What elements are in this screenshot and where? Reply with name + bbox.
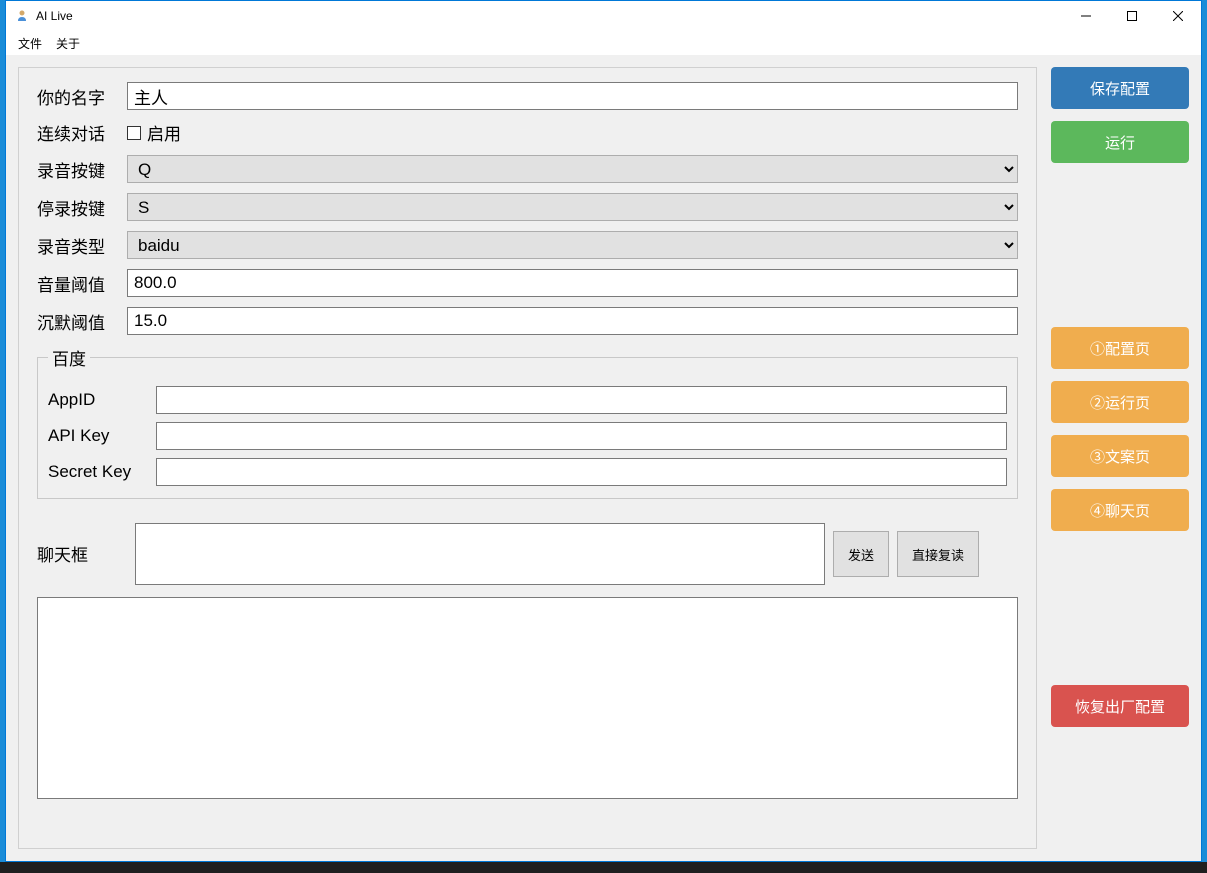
maximize-button[interactable] [1109, 1, 1155, 31]
chat-label: 聊天框 [37, 523, 127, 566]
app-window: AI Live 文件 关于 你的名字 连续对话 [5, 0, 1202, 862]
log-output[interactable] [37, 597, 1018, 799]
close-button[interactable] [1155, 1, 1201, 31]
baidu-group: 百度 AppID API Key Secret Key [37, 345, 1018, 499]
page3-button[interactable]: ③文案页 [1051, 435, 1189, 477]
run-button[interactable]: 运行 [1051, 121, 1189, 163]
name-input[interactable] [127, 82, 1018, 110]
volume-threshold-input[interactable] [127, 269, 1018, 297]
save-config-button[interactable]: 保存配置 [1051, 67, 1189, 109]
client-area: 你的名字 连续对话 启用 录音按键 Q 停录按键 S [6, 55, 1201, 861]
appid-input[interactable] [156, 386, 1007, 414]
menu-file[interactable]: 文件 [18, 35, 42, 52]
continuous-checkbox[interactable]: 启用 [127, 120, 181, 145]
titlebar: AI Live [6, 1, 1201, 31]
page2-button[interactable]: ②运行页 [1051, 381, 1189, 423]
stop-key-select[interactable]: S [127, 193, 1018, 221]
stop-key-label: 停录按键 [37, 195, 127, 220]
spacer [1051, 543, 1189, 673]
name-label: 你的名字 [37, 84, 127, 109]
record-type-select[interactable]: baidu [127, 231, 1018, 259]
secretkey-label: Secret Key [48, 462, 156, 482]
silence-threshold-input[interactable] [127, 307, 1018, 335]
spacer [1051, 175, 1189, 315]
baidu-legend: 百度 [48, 345, 90, 370]
continuous-checkbox-label: 启用 [147, 120, 181, 145]
volume-threshold-label: 音量阈值 [37, 271, 127, 296]
send-button[interactable]: 发送 [833, 531, 889, 577]
menubar: 文件 关于 [6, 31, 1201, 55]
checkbox-icon [127, 126, 141, 140]
window-controls [1063, 1, 1201, 31]
repeat-button[interactable]: 直接复读 [897, 531, 979, 577]
side-panel: 保存配置 运行 ①配置页 ②运行页 ③文案页 ④聊天页 恢复出厂配置 [1051, 67, 1189, 849]
minimize-button[interactable] [1063, 1, 1109, 31]
main-panel: 你的名字 连续对话 启用 录音按键 Q 停录按键 S [18, 67, 1037, 849]
apikey-label: API Key [48, 426, 156, 446]
record-key-label: 录音按键 [37, 157, 127, 182]
chat-input[interactable] [135, 523, 825, 585]
appid-label: AppID [48, 390, 156, 410]
record-type-label: 录音类型 [37, 233, 127, 258]
page1-button[interactable]: ①配置页 [1051, 327, 1189, 369]
continuous-label: 连续对话 [37, 120, 127, 145]
secretkey-input[interactable] [156, 458, 1007, 486]
app-icon [14, 8, 30, 24]
apikey-input[interactable] [156, 422, 1007, 450]
menu-about[interactable]: 关于 [56, 35, 80, 52]
record-key-select[interactable]: Q [127, 155, 1018, 183]
reset-button[interactable]: 恢复出厂配置 [1051, 685, 1189, 727]
window-title: AI Live [36, 9, 73, 23]
taskbar [0, 862, 1207, 873]
page4-button[interactable]: ④聊天页 [1051, 489, 1189, 531]
silence-threshold-label: 沉默阈值 [37, 309, 127, 334]
